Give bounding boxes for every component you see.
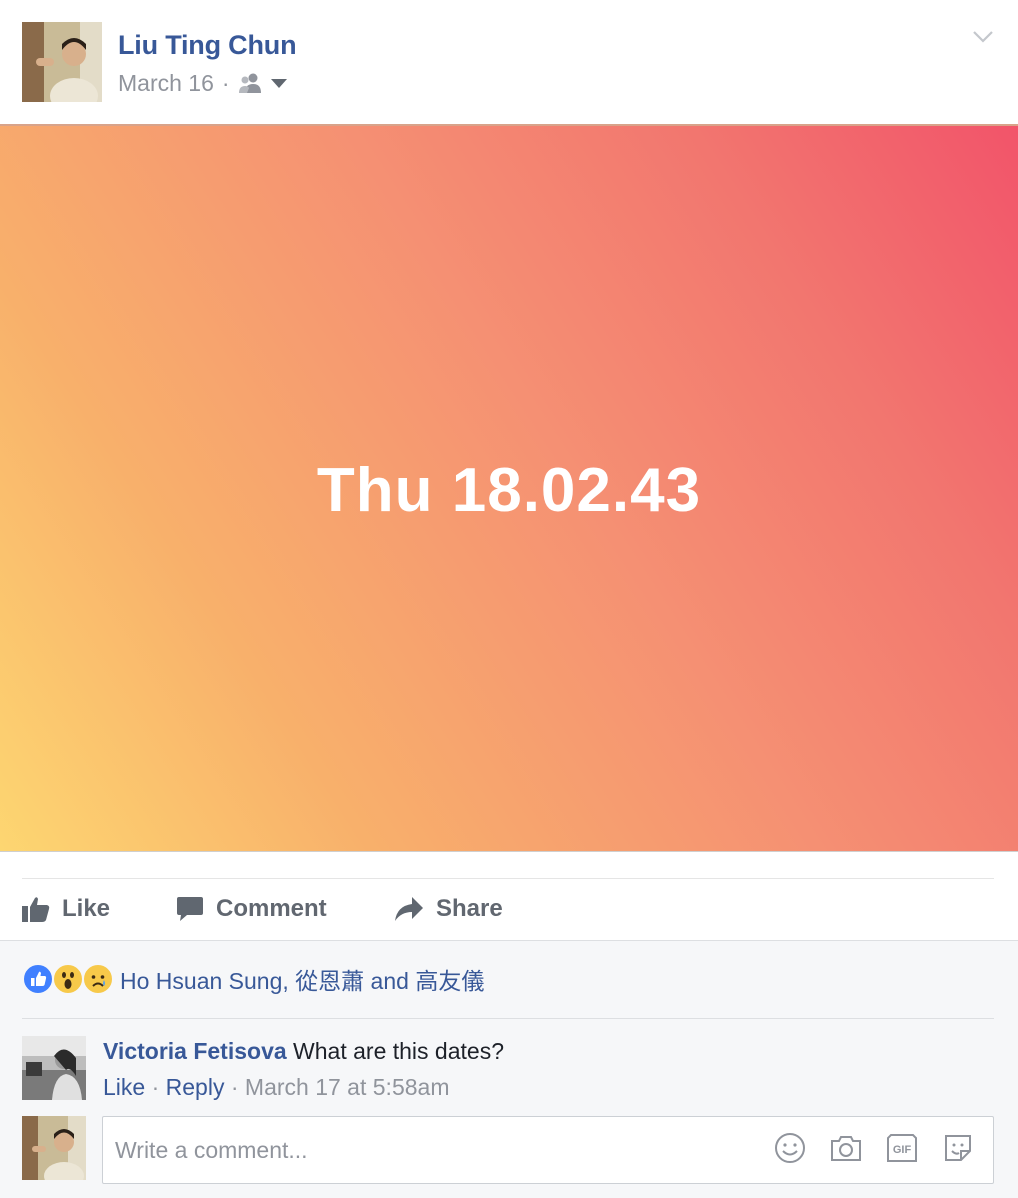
chevron-down-icon[interactable] bbox=[972, 30, 994, 44]
comment-actions: Like · Reply · March 17 at 5:58am bbox=[103, 1074, 449, 1101]
commenter-avatar[interactable] bbox=[22, 1036, 86, 1100]
status-background-post: Thu 18.02.43 bbox=[0, 124, 1018, 852]
svg-text:GIF: GIF bbox=[893, 1144, 912, 1156]
share-button[interactable]: Share bbox=[394, 895, 503, 923]
comment-composer: GIF bbox=[22, 1116, 994, 1184]
post-date[interactable]: March 16 bbox=[118, 70, 214, 97]
emoji-icon[interactable] bbox=[773, 1131, 807, 1165]
thumbs-up-icon bbox=[22, 897, 50, 922]
commenter-name[interactable]: Victoria Fetisova bbox=[103, 1038, 287, 1064]
reaction-icons bbox=[22, 963, 114, 995]
post-actions: Like Comment Share bbox=[22, 884, 503, 934]
comment-text-line: Victoria Fetisova What are this dates? bbox=[103, 1038, 504, 1065]
wow-reaction-icon bbox=[52, 963, 84, 995]
composer-tools: GIF bbox=[773, 1131, 975, 1165]
comment-item: Victoria Fetisova What are this dates? L… bbox=[22, 1036, 994, 1106]
privacy-dropdown-icon[interactable] bbox=[270, 77, 288, 89]
comment-label: Comment bbox=[216, 895, 327, 922]
share-arrow-icon bbox=[395, 897, 423, 921]
reactions-summary[interactable]: Ho Hsuan Sung, 從恩蕭 and 高友儀 bbox=[22, 961, 484, 997]
comment-reply-link[interactable]: Reply bbox=[166, 1074, 225, 1100]
friends-icon bbox=[238, 73, 261, 93]
meta-separator: · bbox=[221, 69, 230, 96]
status-text: Thu 18.02.43 bbox=[316, 455, 702, 525]
sad-reaction-icon bbox=[82, 963, 114, 995]
comment-separator: · bbox=[230, 1074, 239, 1100]
author-avatar[interactable] bbox=[22, 22, 102, 102]
divider bbox=[22, 1018, 994, 1019]
comment-like-link[interactable]: Like bbox=[103, 1074, 145, 1100]
post-header: Liu Ting Chun March 16 · bbox=[0, 0, 1018, 124]
comment-timestamp[interactable]: March 17 at 5:58am bbox=[245, 1074, 450, 1100]
comment-input-box[interactable]: GIF bbox=[102, 1116, 994, 1184]
like-label: Like bbox=[62, 895, 111, 922]
gif-icon[interactable]: GIF bbox=[885, 1131, 919, 1165]
comments-section: Ho Hsuan Sung, 從恩蕭 and 高友儀 Victoria Feti… bbox=[0, 940, 1018, 1198]
comment-button[interactable]: Comment bbox=[176, 895, 394, 923]
comment-input[interactable] bbox=[115, 1117, 755, 1183]
camera-icon[interactable] bbox=[829, 1131, 863, 1165]
like-button[interactable]: Like bbox=[22, 895, 176, 923]
author-name[interactable]: Liu Ting Chun bbox=[118, 30, 297, 61]
like-reaction-icon bbox=[22, 963, 54, 995]
divider bbox=[22, 878, 994, 879]
reactions-names[interactable]: Ho Hsuan Sung, 從恩蕭 and 高友儀 bbox=[120, 962, 484, 996]
comment-body: What are this dates? bbox=[293, 1038, 504, 1064]
sticker-icon[interactable] bbox=[941, 1131, 975, 1165]
comment-icon bbox=[177, 897, 203, 921]
comment-separator: · bbox=[151, 1074, 160, 1100]
post-meta: March 16 · bbox=[118, 68, 288, 98]
viewer-avatar bbox=[22, 1116, 86, 1180]
share-label: Share bbox=[436, 895, 503, 922]
